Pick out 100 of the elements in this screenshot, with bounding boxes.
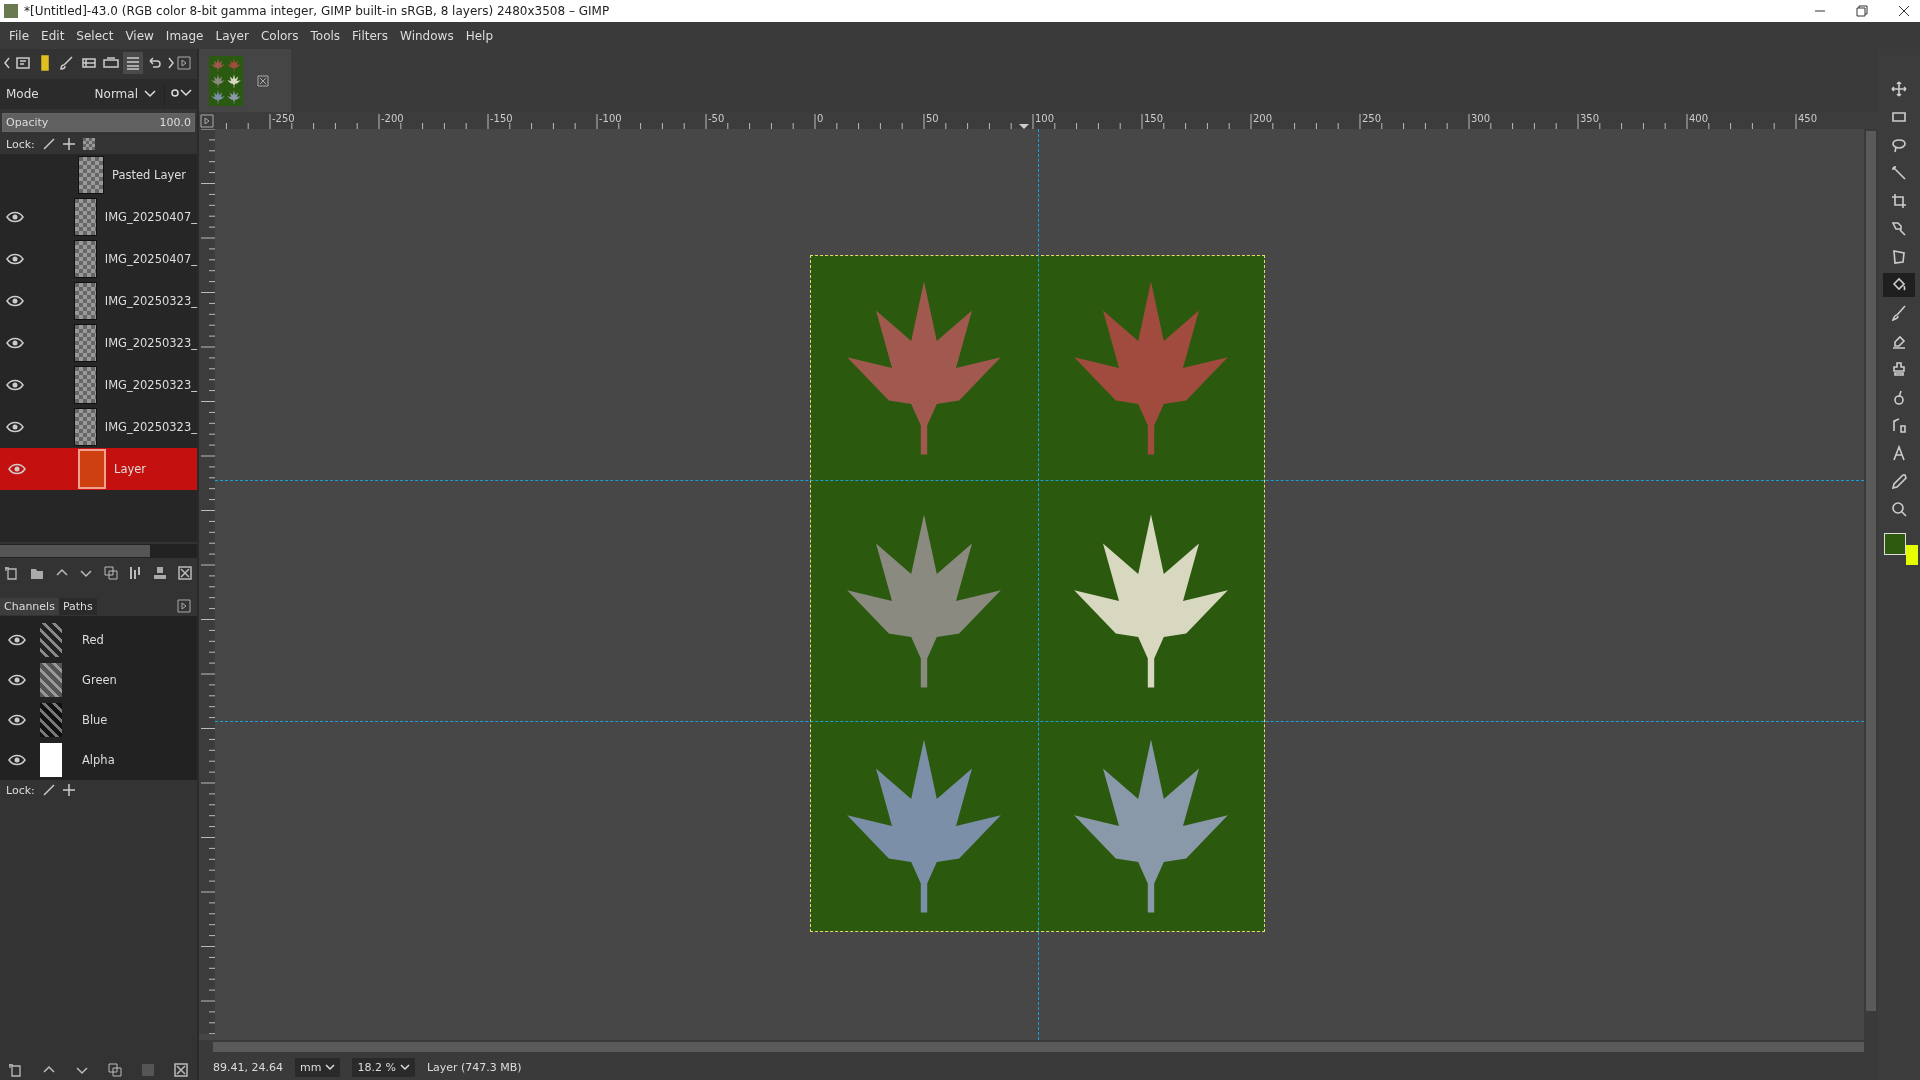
layer-row[interactable]: IMG_20250323_ bbox=[0, 280, 197, 322]
merge-icon[interactable] bbox=[128, 566, 143, 580]
restore-icon[interactable] bbox=[1856, 5, 1868, 17]
composite-mode-icon bbox=[169, 86, 193, 99]
opacity-slider[interactable]: Opacity 100.0 bbox=[2, 113, 195, 132]
ruler-label: 0 bbox=[817, 113, 824, 124]
pointer-marker-icon bbox=[1019, 124, 1029, 129]
new-channel-icon[interactable] bbox=[9, 1063, 24, 1077]
ruler-label: 400 bbox=[1689, 113, 1709, 124]
channel-name: Green bbox=[82, 673, 117, 687]
layer-thumbnail bbox=[78, 449, 106, 489]
background-color-swatch[interactable] bbox=[1906, 545, 1918, 565]
eraser-icon bbox=[1891, 333, 1907, 349]
delete-icon[interactable] bbox=[177, 566, 192, 580]
mask-icon[interactable] bbox=[153, 566, 168, 580]
panel-tab[interactable]: Channels bbox=[0, 597, 59, 615]
lock-position-icon[interactable] bbox=[62, 784, 75, 796]
menu-item[interactable]: Select bbox=[71, 26, 119, 45]
scrollbar-thumb[interactable] bbox=[0, 545, 150, 557]
layer-row[interactable]: IMG_20250323_ bbox=[0, 406, 197, 448]
clone-icon bbox=[1891, 361, 1907, 377]
layer-row[interactable]: IMG_20250323_ bbox=[0, 364, 197, 406]
eye-icon[interactable] bbox=[5, 211, 24, 223]
delete-icon[interactable] bbox=[173, 1063, 188, 1077]
dock-tab[interactable] bbox=[123, 52, 143, 74]
lock-position-icon[interactable] bbox=[62, 138, 75, 150]
eye-icon[interactable] bbox=[5, 295, 24, 307]
opacity-value: 100.0 bbox=[159, 116, 191, 129]
channel-thumbnail bbox=[40, 703, 62, 737]
eye-icon[interactable] bbox=[8, 634, 26, 646]
channel-row[interactable]: Alpha bbox=[0, 740, 197, 780]
menu-item[interactable]: File bbox=[4, 26, 35, 45]
channel-name: Alpha bbox=[82, 753, 115, 767]
bucket-fill-tool[interactable] bbox=[1883, 273, 1915, 297]
layer-thumbnail bbox=[73, 282, 97, 320]
dock-menu-icon[interactable] bbox=[177, 56, 191, 70]
layer-row[interactable]: IMG_20250407_ bbox=[0, 238, 197, 280]
unit-dropdown[interactable]: mm bbox=[295, 1057, 341, 1077]
layer-thumbnail bbox=[73, 240, 97, 278]
ruler-label: 350 bbox=[1580, 113, 1600, 124]
foreground-color-swatch[interactable] bbox=[1884, 533, 1906, 555]
eye-icon[interactable] bbox=[5, 379, 24, 391]
menu-item[interactable]: Image bbox=[160, 26, 209, 45]
crop-icon bbox=[1891, 193, 1907, 209]
ruler-label: -250 bbox=[272, 113, 295, 124]
channel-row[interactable]: Green bbox=[0, 660, 197, 700]
chevron-left-icon[interactable] bbox=[3, 56, 11, 70]
eye-icon[interactable] bbox=[5, 253, 24, 265]
duplicate-icon[interactable] bbox=[103, 566, 118, 580]
channel-thumbnail bbox=[40, 743, 62, 777]
scrollbar-thumb[interactable] bbox=[1866, 131, 1876, 1011]
channel-thumbnail bbox=[40, 623, 62, 657]
menu-item[interactable]: Filters bbox=[347, 26, 394, 45]
channel-name: Blue bbox=[82, 713, 108, 727]
pattern-icon bbox=[81, 55, 97, 71]
new-layer-icon[interactable] bbox=[5, 566, 20, 580]
lock-pixels-icon[interactable] bbox=[42, 784, 55, 796]
canvas-area[interactable] bbox=[215, 129, 1864, 1040]
layer-thumbnail bbox=[73, 324, 97, 362]
duplicate-icon[interactable] bbox=[107, 1063, 122, 1077]
quick-mask-icon[interactable] bbox=[200, 114, 214, 128]
layer-name: Pasted Layer bbox=[112, 168, 187, 182]
brush-icon bbox=[59, 55, 75, 71]
menu-item[interactable]: Edit bbox=[36, 26, 70, 45]
eye-icon[interactable] bbox=[5, 337, 24, 349]
lock-alpha-icon[interactable] bbox=[82, 138, 95, 150]
close-icon[interactable] bbox=[1898, 5, 1910, 17]
menu-item[interactable]: View bbox=[120, 26, 159, 45]
lock-pixels-icon[interactable] bbox=[42, 138, 55, 150]
zoom-dropdown[interactable]: 18.2 % bbox=[352, 1057, 415, 1077]
eye-icon[interactable] bbox=[8, 754, 26, 766]
layer-row[interactable]: IMG_20250407_ bbox=[0, 196, 197, 238]
scrollbar-thumb[interactable] bbox=[213, 1042, 1864, 1052]
eye-icon[interactable] bbox=[8, 674, 26, 686]
chevron-down-icon bbox=[325, 1063, 336, 1071]
perspective-icon bbox=[1891, 249, 1907, 265]
channel-row[interactable]: Red bbox=[0, 620, 197, 660]
menu-item[interactable]: Colors bbox=[255, 26, 304, 45]
lasso-icon bbox=[1891, 137, 1907, 153]
ruler-label: 50 bbox=[926, 113, 939, 124]
eye-icon[interactable] bbox=[8, 714, 26, 726]
menu-item[interactable]: Help bbox=[460, 26, 498, 45]
ruler-label: -50 bbox=[708, 113, 725, 124]
layer-name: IMG_20250323_ bbox=[104, 420, 197, 434]
menu-item[interactable]: Tools bbox=[305, 26, 346, 45]
layer-row[interactable]: Pasted Layer bbox=[0, 154, 197, 196]
channel-row[interactable]: Blue bbox=[0, 700, 197, 740]
image-thumbnail[interactable] bbox=[209, 55, 243, 106]
menu-item[interactable]: Windows bbox=[395, 26, 459, 45]
menu-item[interactable]: Layer bbox=[210, 26, 254, 45]
eye-icon[interactable] bbox=[5, 421, 24, 433]
folder-icon[interactable] bbox=[29, 566, 44, 580]
layer-row[interactable]: IMG_20250323_ bbox=[0, 322, 197, 364]
layer-thumbnail bbox=[78, 156, 104, 194]
chevron-right-icon[interactable] bbox=[167, 56, 175, 70]
layer-row[interactable]: Layer bbox=[0, 448, 197, 490]
mode-dropdown[interactable]: Normal bbox=[90, 83, 160, 105]
dock-menu-icon[interactable] bbox=[177, 599, 191, 613]
transform-icon bbox=[1891, 221, 1907, 237]
panel-tab[interactable]: Paths bbox=[58, 597, 97, 615]
